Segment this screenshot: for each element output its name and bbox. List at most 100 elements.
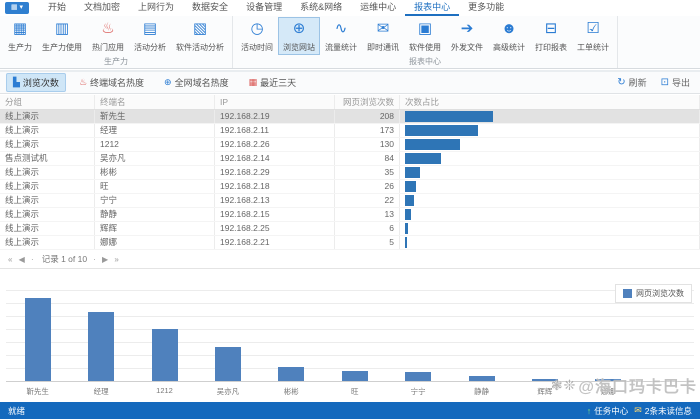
cell-count: 5 (335, 236, 400, 249)
column-header-0[interactable]: 分组 (0, 95, 95, 109)
task-center-button[interactable]: ↑ 任务中心 (587, 405, 629, 417)
table-row[interactable]: 线上演示辉辉192.168.2.256 (0, 222, 700, 236)
table-row[interactable]: 线上演示静静192.168.2.1513 (0, 208, 700, 222)
table-row[interactable]: 线上演示经理192.168.2.11173 (0, 124, 700, 138)
ribbon: ▦生产力▥生产力使用♨热门应用▤活动分析▧软件活动分析生产力◷活动时间⊕浏览网站… (0, 16, 700, 69)
chart-x-label: 静静 (457, 386, 507, 397)
cell-ip: 192.168.2.11 (215, 124, 335, 137)
ribbon-button-生产力[interactable]: ▦生产力 (3, 17, 37, 55)
ribbon-button-label: 高级统计 (493, 42, 525, 53)
menu-item-3[interactable]: 数据安全 (183, 0, 237, 16)
record-navigator: « ◀ · 记录 1 of 10 · ▶ » (8, 253, 121, 265)
ratio-bar (405, 139, 460, 150)
cell-group: 线上演示 (0, 222, 95, 235)
ribbon-button-label: 打印报表 (535, 42, 567, 53)
table-row[interactable]: 线上演示靳先生192.168.2.19208 (0, 110, 700, 124)
cell-ratio (400, 110, 700, 123)
browse-count-icon: ▙ (13, 77, 20, 88)
table-row[interactable]: 线上演示旺192.168.2.1826 (0, 180, 700, 194)
column-header-4[interactable]: 次数占比 (400, 95, 700, 109)
cell-ip: 192.168.2.25 (215, 222, 335, 235)
cell-name: 辉辉 (95, 222, 215, 235)
cell-name: 彬彬 (95, 166, 215, 179)
ribbon-button-打印报表[interactable]: ⊟打印报表 (530, 17, 572, 55)
ribbon-button-label: 活动分析 (134, 42, 166, 53)
ribbon-button-软件使用[interactable]: ▣软件使用 (404, 17, 446, 55)
activity-analysis-icon: ▤ (143, 21, 157, 38)
nav-prev-icons[interactable]: « ◀ · (8, 255, 36, 264)
table-row[interactable]: 线上演示娜娜192.168.2.215 (0, 236, 700, 250)
menu-item-8[interactable]: 更多功能 (459, 0, 513, 16)
unread-messages-button[interactable]: ✉ 2条未读信息 (634, 405, 692, 417)
table-row[interactable]: 线上演示宁宁192.168.2.1322 (0, 194, 700, 208)
mail-icon: ✉ (634, 405, 642, 416)
menu-item-4[interactable]: 设备管理 (237, 0, 291, 16)
table-row[interactable]: 售点测试机吴亦凡192.168.2.1484 (0, 152, 700, 166)
ribbon-button-活动时间[interactable]: ◷活动时间 (236, 17, 278, 55)
ribbon-group-buttons-0: ▦生产力▥生产力使用♨热门应用 ▤ 活动分析 ▧软件活动分析 (3, 17, 229, 55)
export-label: 导出 (672, 76, 690, 89)
advanced-stats-icon: ☻ (501, 21, 517, 38)
refresh-icon: ↻ (617, 77, 625, 88)
menu-item-0[interactable]: 开始 (39, 0, 75, 16)
ribbon-button-label: 活动时间 (241, 42, 273, 53)
menu-item-2[interactable]: 上网行为 (129, 0, 183, 16)
cell-ratio (400, 208, 700, 221)
ribbon-button-生产力使用[interactable]: ▥生产力使用 (37, 17, 87, 55)
ribbon-button-label: 即时通讯 (367, 42, 399, 53)
cell-ip: 192.168.2.13 (215, 194, 335, 207)
chart-x-label: 宁宁 (393, 386, 443, 397)
report-tab-label: 浏览次数 (23, 76, 59, 89)
cell-name: 经理 (95, 124, 215, 137)
column-header-1[interactable]: 终端名 (95, 95, 215, 109)
menu-item-6[interactable]: 运维中心 (351, 0, 405, 16)
cell-count: 208 (335, 110, 400, 123)
menu-item-5[interactable]: 系统&网络 (291, 0, 351, 16)
status-bar: 就绪 ↑ 任务中心 ✉ 2条未读信息 (0, 402, 700, 419)
report-tab-全网域名热度[interactable]: ⊕全网域名热度 (157, 73, 236, 92)
chart-bar-宁宁 (405, 372, 431, 381)
cell-group: 线上演示 (0, 180, 95, 193)
cell-group: 线上演示 (0, 124, 95, 137)
chart-bar-静静 (469, 376, 495, 381)
ratio-bar (405, 223, 408, 234)
ribbon-button-外发文件[interactable]: ➔外发文件 (446, 17, 488, 55)
table-row[interactable]: 线上演示彬彬192.168.2.2935 (0, 166, 700, 180)
ribbon-button-工单统计[interactable]: ☑工单统计 (572, 17, 614, 55)
table-row[interactable]: 线上演示1212192.168.2.26130 (0, 138, 700, 152)
ribbon-button-浏览网站[interactable]: ⊕浏览网站 (278, 17, 320, 55)
app-menu-button[interactable]: ▦ ▾ (5, 2, 29, 14)
menu-item-7[interactable]: 报表中心 (405, 0, 459, 16)
ribbon-button-高级统计[interactable]: ☻ 高级统计 (488, 17, 530, 55)
ribbon-button-label: 软件活动分析 (176, 42, 224, 53)
nav-next-icons[interactable]: · ▶ » (93, 255, 121, 264)
chart-bar-靳先生 (25, 298, 51, 381)
refresh-button[interactable]: ↻ 刷新 (613, 74, 650, 91)
cell-ratio (400, 194, 700, 207)
splitter (0, 268, 700, 269)
cell-ratio (400, 152, 700, 165)
report-tab-终端域名热度[interactable]: ♨终端域名热度 (72, 73, 151, 92)
cell-name: 吴亦凡 (95, 152, 215, 165)
chart-bar-吴亦凡 (215, 347, 241, 381)
ribbon-button-即时通讯[interactable]: ✉即时通讯 (362, 17, 404, 55)
cell-ip: 192.168.2.18 (215, 180, 335, 193)
report-tab-浏览次数[interactable]: ▙浏览次数 (6, 73, 66, 92)
cell-group: 线上演示 (0, 194, 95, 207)
column-header-2[interactable]: IP (215, 95, 335, 109)
ribbon-button-热门应用[interactable]: ♨热门应用 (87, 17, 129, 55)
menu-item-1[interactable]: 文档加密 (75, 0, 129, 16)
export-icon: ⊡ (661, 77, 669, 88)
ribbon-button-活动分析[interactable]: ▤ 活动分析 (129, 17, 171, 55)
column-header-3[interactable]: 网页浏览次数 (335, 95, 400, 109)
ribbon-button-软件活动分析[interactable]: ▧软件活动分析 (171, 17, 229, 55)
menu-bar: ▦ ▾ 开始文档加密上网行为数据安全设备管理系统&网络运维中心报表中心更多功能 (0, 0, 700, 16)
ratio-bar (405, 181, 416, 192)
date-filter-label: 最近三天 (260, 76, 296, 89)
ribbon-button-流量统计[interactable]: ∿流量统计 (320, 17, 362, 55)
date-filter-button[interactable]: ▦ 最近三天 (242, 73, 304, 92)
export-button[interactable]: ⊡ 导出 (657, 74, 694, 91)
legend-label: 网页浏览次数 (636, 288, 684, 299)
browse-website-icon: ⊕ (293, 21, 306, 38)
cell-count: 173 (335, 124, 400, 137)
